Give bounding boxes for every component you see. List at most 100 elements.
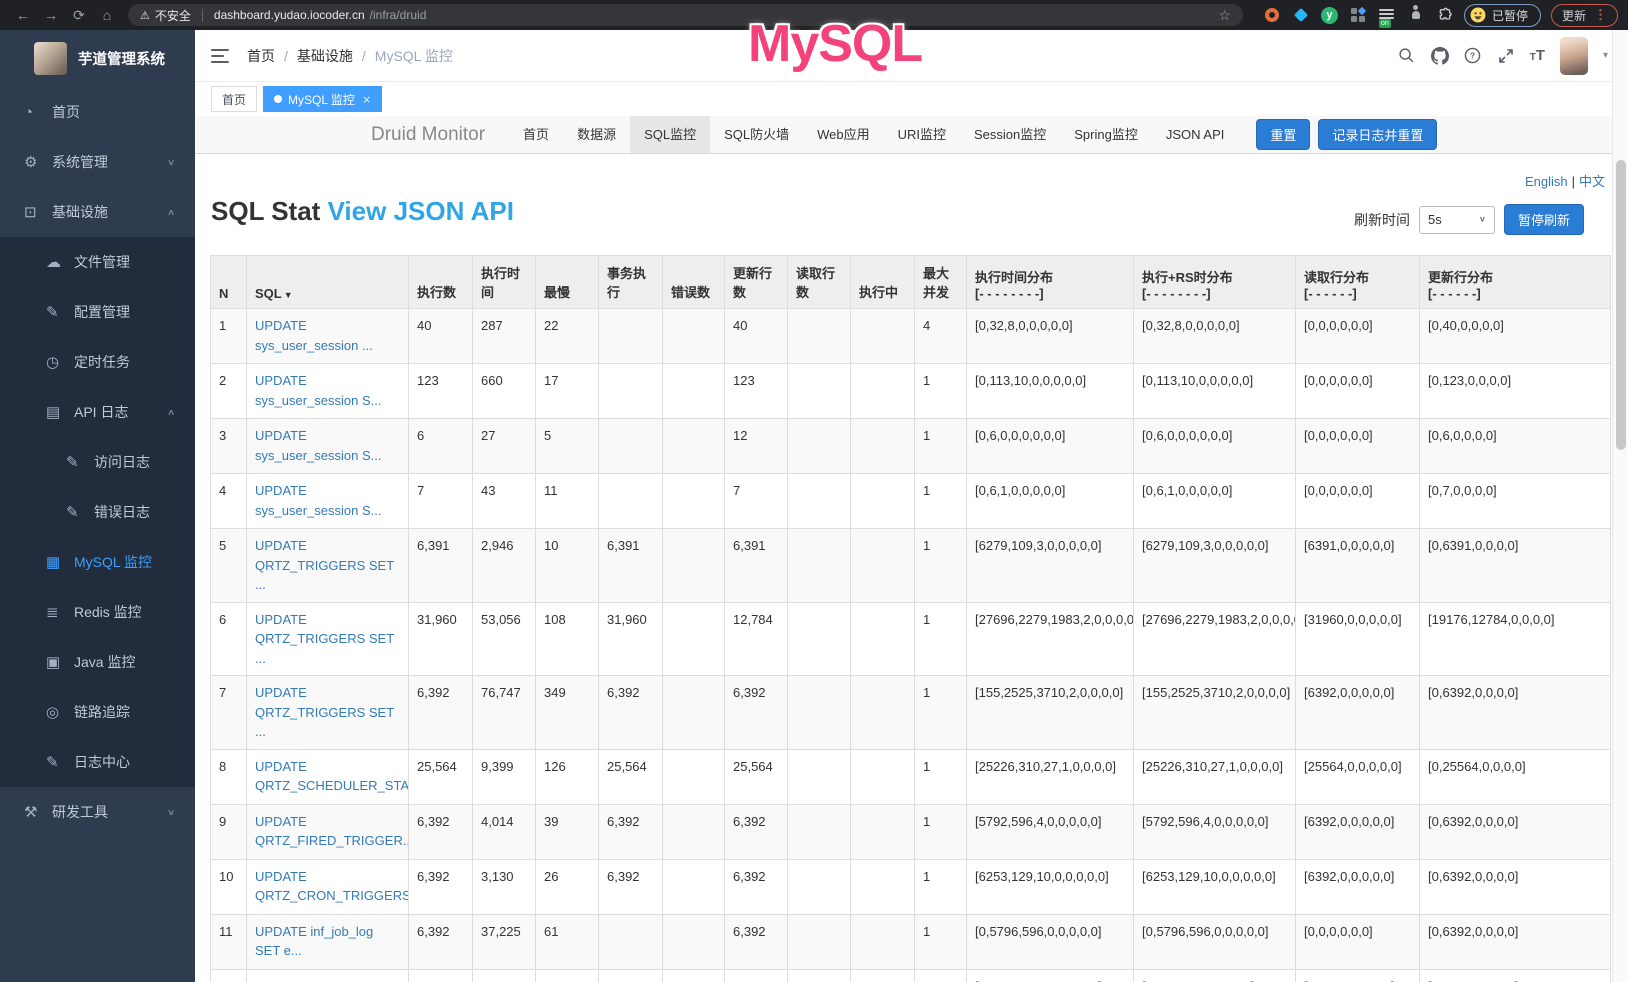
back-icon[interactable]: ← <box>10 0 36 30</box>
sidebar-item-job[interactable]: ◷定时任务 <box>0 337 195 387</box>
view-json-api-link[interactable]: View JSON API <box>328 196 514 226</box>
sidebar-item-api-log[interactable]: ▤API 日志∧ <box>0 387 195 437</box>
cell <box>599 364 663 419</box>
tab-home[interactable]: 首页 <box>211 86 257 112</box>
reload-icon[interactable]: ⟳ <box>66 0 92 30</box>
sql-statement-link[interactable]: UPDATE QRTZ_TRIGGERS SET ... <box>255 685 394 739</box>
sidebar-item-log-center[interactable]: ✎日志中心 <box>0 737 195 787</box>
cell: [0,123,0,0,0,0] <box>1420 364 1611 419</box>
sql-statement-link[interactable]: UPDATE QRTZ_TRIGGERS SET ... <box>255 612 394 666</box>
extension-figure-icon[interactable] <box>1407 6 1425 24</box>
search-icon[interactable] <box>1398 47 1416 65</box>
extension-gem-icon[interactable] <box>1292 6 1310 24</box>
tab-mysql-monitor[interactable]: MySQL 监控 × <box>263 86 382 112</box>
cell: [31960,0,0,0,0,0] <box>1296 602 1420 676</box>
sidebar-item-file[interactable]: ☁文件管理 <box>0 237 195 287</box>
sql-statement-link[interactable]: SELECT TRIGGER_STATE <box>255 979 361 982</box>
druid-nav-Session监控[interactable]: Session监控 <box>960 116 1060 153</box>
column-header[interactable]: SQL▼ <box>247 256 409 309</box>
refresh-interval-select[interactable]: 5s ∨ <box>1419 206 1495 234</box>
address-bar[interactable]: ⚠ 不安全 dashboard.yudao.iocoder.cn/infra/d… <box>128 4 1243 26</box>
update-chip[interactable]: 更新 ⋮ <box>1551 4 1618 27</box>
cell: 1 <box>915 419 967 474</box>
sidebar-item-trace[interactable]: ◎链路追踪 <box>0 687 195 737</box>
browser-menu-icon[interactable]: ⋮ <box>1594 7 1607 23</box>
pause-refresh-button[interactable]: 暂停刷新 <box>1504 204 1584 235</box>
home-icon[interactable]: ⌂ <box>94 0 120 30</box>
log-and-reset-button[interactable]: 记录日志并重置 <box>1318 119 1437 150</box>
druid-nav-SQL防火墙[interactable]: SQL防火墙 <box>710 116 803 153</box>
fullscreen-icon[interactable] <box>1497 47 1515 65</box>
druid-nav-首页[interactable]: 首页 <box>509 116 563 153</box>
github-icon[interactable] <box>1431 47 1449 65</box>
druid-nav-数据源[interactable]: 数据源 <box>563 116 630 153</box>
sql-statement-link[interactable]: UPDATE sys_user_session S... <box>255 428 381 463</box>
cell: 2,483 <box>473 969 536 982</box>
sidebar-item-error-log[interactable]: ✎错误日志 <box>0 487 195 537</box>
druid-nav-Web应用[interactable]: Web应用 <box>803 116 884 153</box>
tab-close-icon[interactable]: × <box>363 92 371 107</box>
app-logo[interactable]: 芋道管理系统 <box>0 30 195 87</box>
sidebar-item-infra[interactable]: ⊡基础设施∧ <box>0 187 195 237</box>
cell: [0,6392,0,0,0,0] <box>1420 859 1611 914</box>
extension-list-icon[interactable]: on <box>1378 6 1396 24</box>
timer-icon: ◷ <box>46 353 70 371</box>
sql-table-body: 1UPDATE sys_user_session ...4028722404[0… <box>211 309 1611 982</box>
extensions-puzzle-icon[interactable] <box>1436 6 1454 24</box>
sidebar-item-config[interactable]: ✎配置管理 <box>0 287 195 337</box>
breadcrumb-home[interactable]: 首页 <box>247 46 275 66</box>
sql-statement-link[interactable]: UPDATE QRTZ_CRON_TRIGGERS... <box>255 869 409 904</box>
druid-nav-buttons: 重置 记录日志并重置 <box>1256 119 1437 150</box>
security-warning-label[interactable]: 不安全 <box>155 7 191 24</box>
sidebar-item-access-log[interactable]: ✎访问日志 <box>0 437 195 487</box>
cell: 6,391 <box>599 529 663 603</box>
page-scrollbar[interactable] <box>1612 30 1628 982</box>
cell: [155,2525,3710,2,0,0,0,0] <box>967 676 1134 750</box>
forward-icon[interactable]: → <box>38 0 64 30</box>
url-path: /infra/druid <box>370 8 427 22</box>
sidebar-item-home[interactable]: ◔首页 <box>0 87 195 137</box>
cell: [0,5796,596,0,0,0,0,0] <box>967 914 1134 969</box>
cell: 287 <box>473 309 536 364</box>
sql-statement-link[interactable]: UPDATE QRTZ_SCHEDULER_STA... <box>255 759 409 794</box>
bookmark-star-icon[interactable]: ☆ <box>1218 7 1231 24</box>
paused-chip[interactable]: 已暂停 <box>1464 4 1541 27</box>
paused-chip-label: 已暂停 <box>1492 7 1528 24</box>
cell-sql: UPDATE sys_user_session ... <box>247 309 409 364</box>
sidebar-item-mysql[interactable]: ▦MySQL 监控 <box>0 537 195 587</box>
breadcrumb-current: MySQL 监控 <box>375 46 453 66</box>
sql-statement-link[interactable]: UPDATE QRTZ_TRIGGERS SET ... <box>255 538 394 592</box>
druid-nav-SQL监控[interactable]: SQL监控 <box>630 116 710 153</box>
druid-nav-JSON API[interactable]: JSON API <box>1152 116 1239 153</box>
sidebar-item-java[interactable]: ▣Java 监控 <box>0 637 195 687</box>
table-row: 2UPDATE sys_user_session S...12366017123… <box>211 364 1611 419</box>
help-icon[interactable]: ? <box>1464 47 1482 65</box>
cell: 10 <box>536 529 599 603</box>
reset-button[interactable]: 重置 <box>1256 119 1310 150</box>
lang-english-link[interactable]: English <box>1525 174 1568 189</box>
extension-donut-icon[interactable] <box>1263 6 1281 24</box>
font-size-icon[interactable]: TT <box>1530 47 1545 64</box>
scrollbar-thumb[interactable] <box>1616 160 1626 450</box>
user-menu-caret-icon[interactable]: ▾ <box>1603 50 1608 61</box>
druid-nav-URI监控[interactable]: URI监控 <box>884 116 960 153</box>
extension-grid-icon[interactable] <box>1349 6 1367 24</box>
breadcrumb-infra[interactable]: 基础设施 <box>297 46 353 66</box>
table-row: 7UPDATE QRTZ_TRIGGERS SET ...6,39276,747… <box>211 676 1611 750</box>
druid-nav-Spring监控[interactable]: Spring监控 <box>1060 116 1152 153</box>
sql-statement-link[interactable]: UPDATE sys_user_session S... <box>255 483 381 518</box>
sql-statement-link[interactable]: UPDATE sys_user_session S... <box>255 373 381 408</box>
sidebar-item-system[interactable]: ⚙系统管理∨ <box>0 137 195 187</box>
cell-sql: UPDATE QRTZ_TRIGGERS SET ... <box>247 602 409 676</box>
sql-statement-link[interactable]: UPDATE inf_job_log SET e... <box>255 924 373 959</box>
user-avatar[interactable] <box>1560 37 1588 75</box>
sidebar-collapse-icon[interactable] <box>211 49 229 63</box>
sidebar-item-dev-tools[interactable]: ⚒研发工具∨ <box>0 787 195 837</box>
sidebar-item-label: MySQL 监控 <box>74 552 152 572</box>
lang-chinese-link[interactable]: 中文 <box>1579 174 1605 189</box>
sidebar-item-redis[interactable]: ≣Redis 监控 <box>0 587 195 637</box>
sql-statement-link[interactable]: UPDATE QRTZ_FIRED_TRIGGER... <box>255 814 409 849</box>
extension-y-icon[interactable]: y <box>1321 7 1338 24</box>
cell <box>663 859 725 914</box>
sql-statement-link[interactable]: UPDATE sys_user_session ... <box>255 318 373 353</box>
